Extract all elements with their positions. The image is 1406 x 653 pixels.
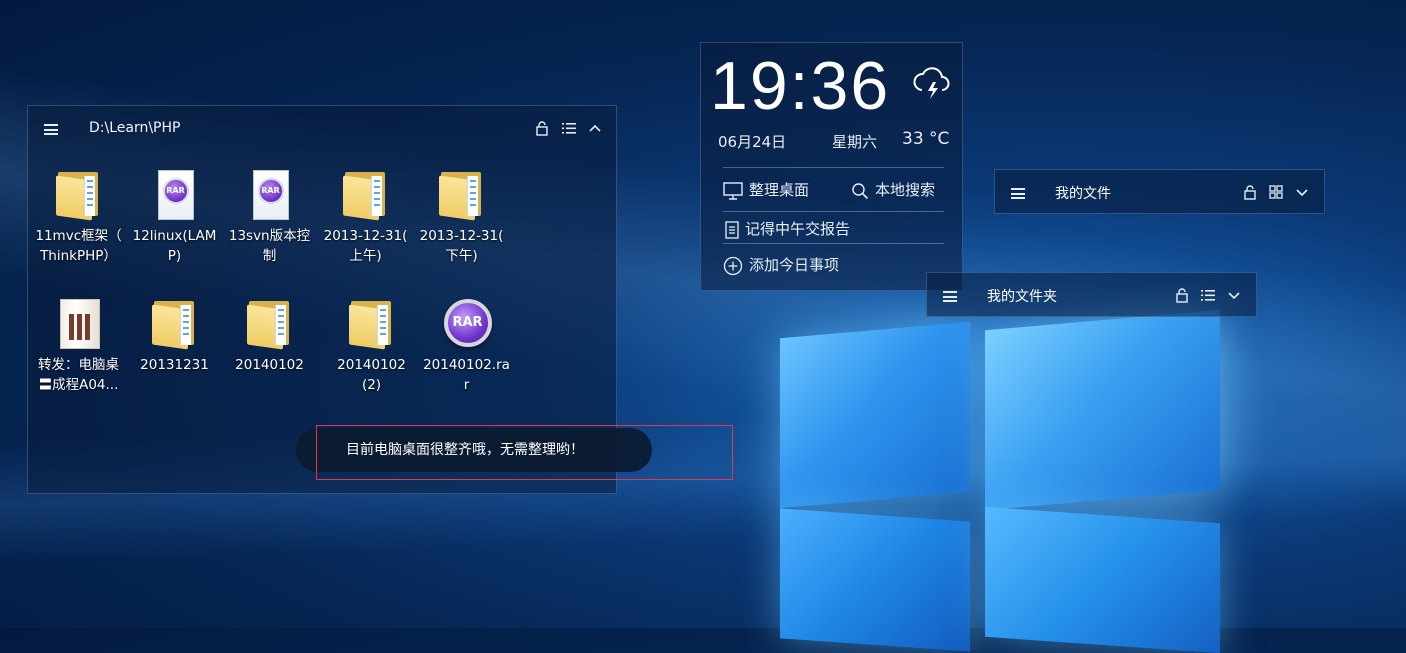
folder-icon [245, 297, 295, 351]
folder-item[interactable]: 2013-12-31( 下午) [414, 168, 509, 266]
item-label: 20140102.ra r [423, 357, 510, 393]
chevron-down-icon[interactable] [1226, 287, 1242, 303]
list-view-icon[interactable] [561, 120, 577, 136]
my-folder-panel: 我的文件夹 [926, 272, 1257, 317]
item-label: 转发：电脑桌 〓成程A04... [38, 357, 119, 393]
menu-icon[interactable] [943, 291, 957, 302]
item-label: 13svn版本控 制 [228, 228, 311, 264]
item-label: 20140102 [235, 357, 304, 373]
menu-icon[interactable] [1011, 188, 1025, 199]
weekday-label: 星期六 [832, 133, 878, 151]
item-label: 20131231 [140, 357, 209, 373]
temperature-label: 33 °C [902, 129, 950, 149]
folder-item[interactable]: 11mvc框架（ ThinkPHP） [31, 168, 126, 266]
rar-file-icon: RAR [245, 168, 295, 222]
local-search-label: 本地搜索 [875, 181, 936, 199]
divider [723, 243, 944, 244]
date-label: 06月24日 [718, 133, 787, 151]
item-label: 20140102 (2) [337, 357, 406, 393]
panel-title: 我的文件夹 [987, 289, 1057, 305]
menu-icon[interactable] [44, 124, 58, 135]
lock-icon[interactable] [1174, 287, 1190, 303]
folder-icon [54, 168, 104, 222]
grid-view-icon[interactable] [1268, 184, 1284, 200]
item-label: 2013-12-31( 上午) [323, 228, 408, 264]
add-today-item-label: 添加今日事项 [749, 256, 840, 274]
folder-item[interactable]: 20140102 [222, 297, 317, 375]
panel-title: 我的文件 [1055, 186, 1111, 202]
note-icon [725, 220, 739, 239]
wallpaper-windows-logo-pane [780, 508, 970, 652]
list-view-icon[interactable] [1200, 287, 1216, 303]
lock-icon[interactable] [534, 120, 550, 136]
wallpaper-windows-logo-pane [780, 321, 970, 509]
folder-icon [437, 168, 487, 222]
organize-desktop-button[interactable]: 整理桌面 [723, 179, 809, 200]
folder-icon [150, 297, 200, 351]
document-item[interactable]: 转发：电脑桌 〓成程A04... [31, 297, 126, 395]
chevron-down-icon[interactable] [1294, 184, 1310, 200]
my-files-panel: 我的文件 [994, 169, 1325, 214]
winrar-icon: RAR [442, 297, 492, 351]
thunderstorm-cloud-icon [913, 67, 950, 99]
chevron-up-icon[interactable] [587, 120, 603, 136]
add-circle-icon [723, 256, 743, 275]
folder-item[interactable]: 2013-12-31( 上午) [318, 168, 413, 266]
monitor-icon [723, 181, 743, 200]
clock-time: 19:36 [710, 48, 891, 124]
reminder-label: 记得中午交报告 [745, 220, 851, 238]
folder-icon [347, 297, 397, 351]
document-thumbnail-icon [54, 297, 104, 351]
divider [723, 167, 944, 168]
local-search-button[interactable]: 本地搜索 [851, 179, 935, 200]
archive-item[interactable]: RAR 13svn版本控 制 [222, 168, 317, 266]
reminder-item[interactable]: 记得中午交报告 [725, 218, 850, 239]
folder-icon [341, 168, 391, 222]
folder-path: D:\Learn\PHP [89, 120, 181, 136]
organize-desktop-label: 整理桌面 [749, 181, 810, 199]
folder-item[interactable]: 20140102 (2) [324, 297, 419, 395]
archive-item[interactable]: RAR 12linux(LAM P) [127, 168, 222, 266]
wallpaper-windows-logo-pane [985, 309, 1220, 511]
item-label: 2013-12-31( 下午) [419, 228, 504, 264]
item-label: 11mvc框架（ ThinkPHP） [35, 228, 122, 264]
archive-item[interactable]: RAR 20140102.ra r [419, 297, 514, 395]
item-label: 12linux(LAM P) [132, 228, 217, 264]
rar-file-icon: RAR [150, 168, 200, 222]
search-icon [852, 182, 869, 199]
wallpaper-windows-logo-pane [985, 506, 1220, 653]
notification-toast: 目前电脑桌面很整齐哦，无需整理哟！ [296, 428, 652, 472]
divider [723, 211, 944, 212]
lock-icon[interactable] [1242, 184, 1258, 200]
clock-widget: 19:36 06月24日 星期六 33 °C 整理桌面 本地搜索 记得中午交报告… [700, 42, 963, 291]
folder-item[interactable]: 20131231 [127, 297, 222, 375]
add-today-item-button[interactable]: 添加今日事项 [723, 254, 839, 276]
